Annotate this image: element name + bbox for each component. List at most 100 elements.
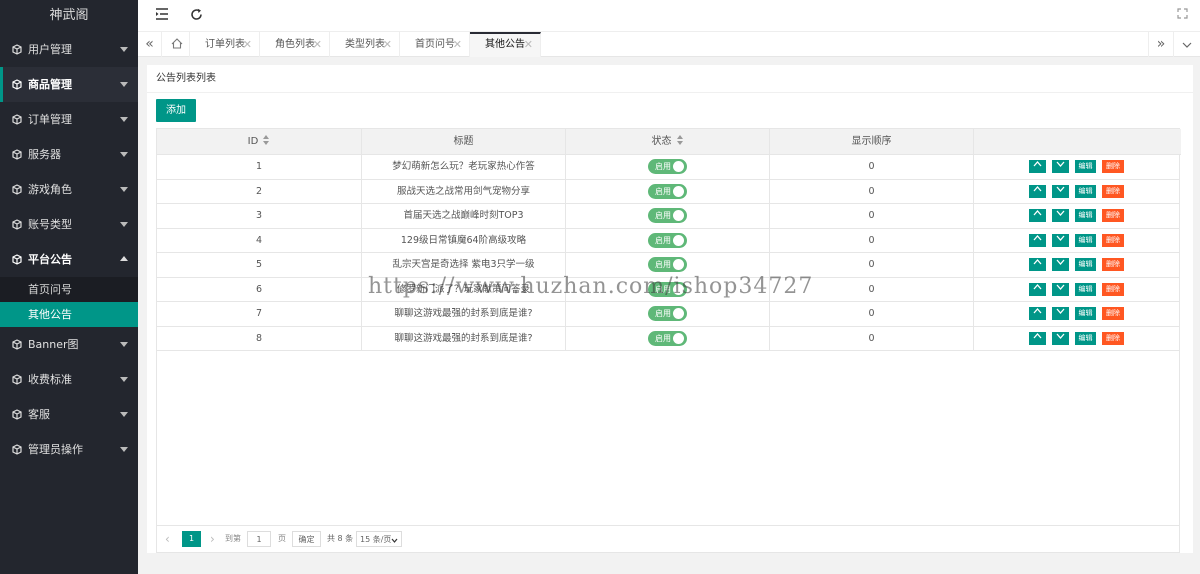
tab-bar: « 订单列表 ✕ 角色列表 ✕ 类型列表 ✕ 首页问号 ✕ 其他公告 ✕ » [138,32,1200,57]
menu-collapse-icon[interactable] [154,8,170,24]
goto-confirm-button[interactable]: 确定 [292,531,321,547]
delete-button[interactable]: 删除 [1102,233,1124,247]
prev-page-icon[interactable]: ‹ [165,531,170,547]
sidebar-subitem-home-faq[interactable]: 首页问号 [0,277,138,302]
status-toggle[interactable]: 启用 [648,183,687,199]
delete-button[interactable]: 删除 [1102,160,1124,173]
chevron-down-icon [120,377,128,382]
close-icon[interactable]: ✕ [453,32,462,57]
table-row: 4 129级日常镇魔64阶高级攻略 启用 0 编辑 删除 [157,228,1179,253]
sidebar-item-users[interactable]: 用户管理 [0,32,138,67]
sidebar-item-admin-actions[interactable]: 管理员操作 [0,432,138,467]
cell-display-order: 0 [770,179,974,204]
close-icon[interactable]: ✕ [313,32,322,57]
delete-button[interactable]: 删除 [1102,331,1124,345]
status-toggle[interactable]: 启用 [648,330,687,346]
sidebar-item-servers[interactable]: 服务器 [0,137,138,172]
sidebar-item-game-roles[interactable]: 游戏角色 [0,172,138,207]
move-up-button[interactable] [1029,331,1046,345]
cell-actions: 编辑 删除 [974,229,1179,253]
cell-title: 修罗新门派了？玩家献策问答录 [362,277,566,302]
column-header-status[interactable]: 状态 [566,129,770,154]
chevron-down-icon [120,412,128,417]
cell-display-order: 0 [770,253,974,277]
tab-orders[interactable]: 订单列表 ✕ [190,32,260,57]
status-toggle[interactable]: 启用 [648,208,687,223]
status-toggle[interactable]: 启用 [648,306,687,321]
chevron-up-icon [120,256,128,261]
delete-button[interactable]: 删除 [1102,258,1124,271]
tab-other-notices[interactable]: 其他公告 ✕ [470,32,541,57]
home-tab-icon[interactable] [164,32,190,57]
sidebar-item-announcements[interactable]: 平台公告 [0,242,138,277]
move-down-button[interactable] [1052,282,1069,296]
edit-button[interactable]: 编辑 [1075,233,1096,247]
sidebar-subitem-other-notices[interactable]: 其他公告 [0,302,138,327]
delete-button[interactable]: 删除 [1102,282,1124,296]
tab-scroll-right-icon[interactable]: » [1148,32,1174,57]
move-down-button[interactable] [1052,209,1069,222]
delete-button[interactable]: 删除 [1102,209,1124,222]
move-down-button[interactable] [1052,331,1069,345]
tab-roles[interactable]: 角色列表 ✕ [260,32,330,57]
sidebar-item-support[interactable]: 客服 [0,397,138,432]
sidebar-item-banner[interactable]: Banner图 [0,327,138,362]
status-toggle[interactable]: 启用 [648,257,687,272]
chevron-down-icon [1056,284,1065,293]
sidebar-item-pricing[interactable]: 收费标准 [0,362,138,397]
move-down-button[interactable] [1052,307,1069,320]
move-down-button[interactable] [1052,184,1069,198]
table-row: 8 聊聊这游戏最强的封系到底是谁? 启用 0 编辑 删除 [157,326,1179,351]
page-button-current[interactable]: 1 [182,531,201,547]
move-up-button[interactable] [1029,160,1046,173]
next-page-icon[interactable]: › [210,531,215,547]
content-card: 公告列表列表 添加 ID 标题 状态 显示顺序 1 梦幻萌新怎么玩？老玩家热心作答… [147,65,1193,553]
move-down-button[interactable] [1052,160,1069,173]
edit-button[interactable]: 编辑 [1075,331,1096,345]
column-header-title: 标题 [362,129,566,154]
tab-types[interactable]: 类型列表 ✕ [330,32,400,57]
delete-button[interactable]: 删除 [1102,307,1124,320]
tab-scroll-left-icon[interactable]: « [138,32,162,57]
edit-button[interactable]: 编辑 [1075,160,1096,173]
close-icon[interactable]: ✕ [243,32,252,57]
column-header-id[interactable]: ID [157,129,362,154]
move-up-button[interactable] [1029,307,1046,320]
edit-button[interactable]: 编辑 [1075,307,1096,320]
cell-status: 启用 [566,179,770,204]
add-button[interactable]: 添加 [156,99,196,122]
edit-button[interactable]: 编辑 [1075,282,1096,296]
move-up-button[interactable] [1029,258,1046,271]
sort-icon[interactable] [676,135,684,145]
cell-display-order: 0 [770,302,974,326]
fullscreen-icon[interactable] [1174,8,1190,24]
sidebar-item-orders[interactable]: 订单管理 [0,102,138,137]
move-up-button[interactable] [1029,282,1046,296]
total-count: 共 8 条 [327,534,354,543]
goto-page-input[interactable]: 1 [247,531,271,547]
move-down-button[interactable] [1052,258,1069,271]
sidebar-item-products[interactable]: 商品管理 [0,67,138,102]
delete-button[interactable]: 删除 [1102,184,1124,198]
move-up-button[interactable] [1029,209,1046,222]
close-icon[interactable]: ✕ [524,34,533,56]
close-icon[interactable]: ✕ [383,32,392,57]
edit-button[interactable]: 编辑 [1075,184,1096,198]
edit-button[interactable]: 编辑 [1075,209,1096,222]
tab-menu-chevron-down-icon[interactable] [1174,32,1200,57]
cube-icon [12,444,22,455]
move-down-button[interactable] [1052,233,1069,247]
status-toggle[interactable]: 启用 [648,232,687,248]
cell-actions: 编辑 删除 [974,155,1179,179]
sidebar-item-account-types[interactable]: 账号类型 [0,207,138,242]
edit-button[interactable]: 编辑 [1075,258,1096,271]
move-up-button[interactable] [1029,184,1046,198]
status-toggle[interactable]: 启用 [648,159,687,174]
status-toggle[interactable]: 启用 [648,281,687,297]
refresh-icon[interactable] [188,8,204,24]
tab-home-faq[interactable]: 首页问号 ✕ [400,32,470,57]
per-page-select[interactable]: 15 条/页 [356,531,402,547]
sort-icon[interactable] [263,135,270,145]
cube-icon [12,374,22,385]
move-up-button[interactable] [1029,233,1046,247]
